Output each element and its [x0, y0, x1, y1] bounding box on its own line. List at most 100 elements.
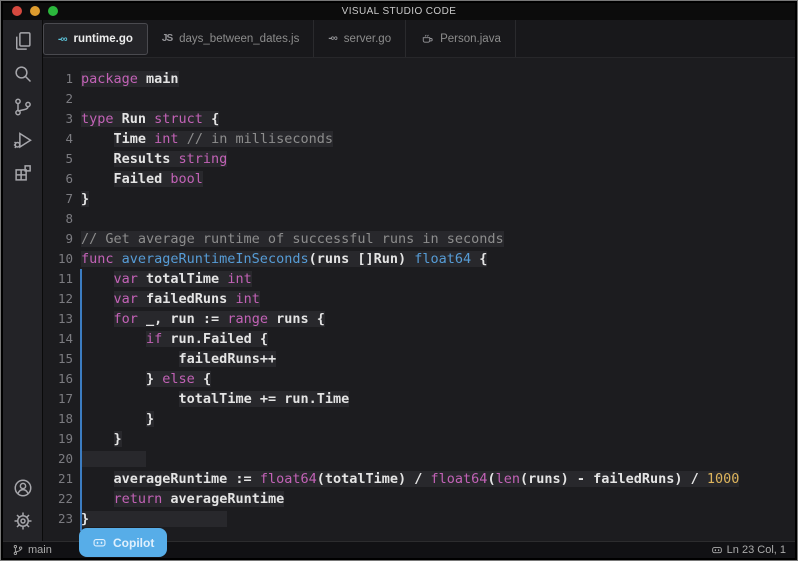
branch-indicator[interactable]: main [12, 544, 52, 556]
traffic-lights [12, 6, 58, 16]
git-branch-icon [12, 544, 24, 556]
activity-bar-item-source-control[interactable] [3, 90, 43, 123]
line-number: 2 [43, 89, 73, 109]
code-token: var [114, 271, 138, 287]
code-token: run.Failed { [162, 331, 268, 347]
code-token: string [179, 151, 228, 167]
code-token: for [114, 311, 138, 327]
line-number: 7 [43, 189, 73, 209]
line-number: 13 [43, 309, 73, 329]
zoom-button[interactable] [48, 6, 58, 16]
line-number: 19 [43, 429, 73, 449]
active-indent-guide [80, 269, 82, 531]
code-token: len [496, 471, 520, 487]
code-token: int [235, 291, 259, 307]
vscode-window: Visual Studio Code -∞runtime.goJSdays_be… [0, 0, 798, 561]
code-token: { [195, 371, 211, 387]
extensions-icon [13, 163, 33, 183]
minimize-button[interactable] [30, 6, 40, 16]
activity-bar-item-settings[interactable] [3, 504, 43, 537]
tab-label: days_between_dates.js [179, 33, 299, 45]
code-token: (totalTime) / [317, 471, 431, 487]
code-line-13: 13 for _, run := range runs { [43, 309, 795, 329]
line-content: return averageRuntime [81, 489, 284, 509]
line-number: 10 [43, 249, 73, 269]
code-token: type [81, 111, 114, 127]
line-content: Time int // in milliseconds [81, 129, 333, 149]
indent-whitespace [81, 151, 114, 167]
activity-bar-item-search[interactable] [3, 57, 43, 90]
close-button[interactable] [12, 6, 22, 16]
code-token: main [138, 71, 179, 87]
tab-Person.java[interactable]: Person.java [406, 20, 516, 57]
tab-label: Person.java [440, 33, 501, 45]
code-token: else [162, 371, 195, 387]
line-number: 15 [43, 349, 73, 369]
line-number: 17 [43, 389, 73, 409]
indent-whitespace [81, 431, 114, 447]
copilot-button[interactable]: Copilot [79, 528, 167, 557]
activity-bar-item-run-and-debug[interactable] [3, 123, 43, 156]
code-token: return [114, 491, 163, 507]
line-number: 9 [43, 229, 73, 249]
code-token: averageRuntimeInSeconds [122, 251, 309, 267]
code-token: } [146, 411, 154, 427]
code-line-23: 23} [43, 509, 795, 529]
code-token: totalTime += run.Time [179, 391, 350, 407]
window-title: Visual Studio Code [3, 6, 795, 17]
code-line-21: 21 averageRuntime := float64(totalTime) … [43, 469, 795, 489]
tab-runtime.go[interactable]: -∞runtime.go [43, 23, 148, 55]
tab-days_between_dates.js[interactable]: JSdays_between_dates.js [148, 20, 314, 57]
activity-bar-item-explorer[interactable] [3, 24, 43, 57]
code-line-6: 6 Failed bool [43, 169, 795, 189]
code-line-19: 19 } [43, 429, 795, 449]
code-line-11: 11 var totalTime int [43, 269, 795, 289]
indent-whitespace [81, 291, 114, 307]
line-number: 11 [43, 269, 73, 289]
activity-bar-top [3, 20, 42, 193]
code-token: range [227, 311, 268, 327]
code-token: bool [170, 171, 203, 187]
code-line-1: 1 package main [43, 69, 795, 89]
run-and-debug-icon [13, 130, 33, 150]
code-token: } [114, 431, 122, 447]
line-content: } [81, 429, 122, 449]
activity-bar-item-extensions[interactable] [3, 156, 43, 189]
line-number: 1 [43, 69, 73, 89]
tab-server.go[interactable]: -∞server.go [314, 20, 406, 57]
code-token: // in milliseconds [187, 131, 333, 147]
code-token [81, 451, 146, 467]
indent-whitespace [81, 471, 114, 487]
code-token: Failed [114, 171, 171, 187]
activity-bar-item-accounts[interactable] [3, 471, 43, 504]
cursor-position[interactable]: Ln 23 Col, 1 [711, 544, 786, 556]
tab-label: runtime.go [73, 33, 132, 45]
line-content: package main [81, 69, 179, 89]
code-line-18: 18 } [43, 409, 795, 429]
code-token: averageRuntime := [114, 471, 260, 487]
line-content: } [81, 509, 227, 529]
code-line-10: 10func averageRuntimeInSeconds(runs []Ru… [43, 249, 795, 269]
code-token: failedRuns [138, 291, 236, 307]
code-token: totalTime [138, 271, 227, 287]
indent-whitespace [81, 491, 114, 507]
workbench: -∞runtime.goJSdays_between_dates.js-∞ser… [3, 20, 795, 541]
line-content: Results string [81, 149, 227, 169]
line-content: } [81, 409, 154, 429]
source-control-icon [13, 97, 33, 117]
settings-icon [13, 511, 33, 531]
go-file-icon: -∞ [328, 33, 336, 44]
code-editor[interactable]: 1package main23type Run struct {4 Time i… [43, 58, 795, 541]
code-line-14: 14 if run.Failed { [43, 329, 795, 349]
code-token: int [227, 271, 251, 287]
line-content: failedRuns++ [81, 349, 276, 369]
line-content: totalTime += run.Time [81, 389, 349, 409]
activity-bar [3, 20, 43, 541]
code-token: _, run := [138, 311, 227, 327]
code-token: } [81, 511, 89, 527]
line-content: var totalTime int [81, 269, 252, 289]
code-token: (runs) - failedRuns) / [520, 471, 707, 487]
copilot-label: Copilot [113, 536, 154, 550]
line-content [81, 449, 146, 469]
indent-whitespace [81, 351, 179, 367]
